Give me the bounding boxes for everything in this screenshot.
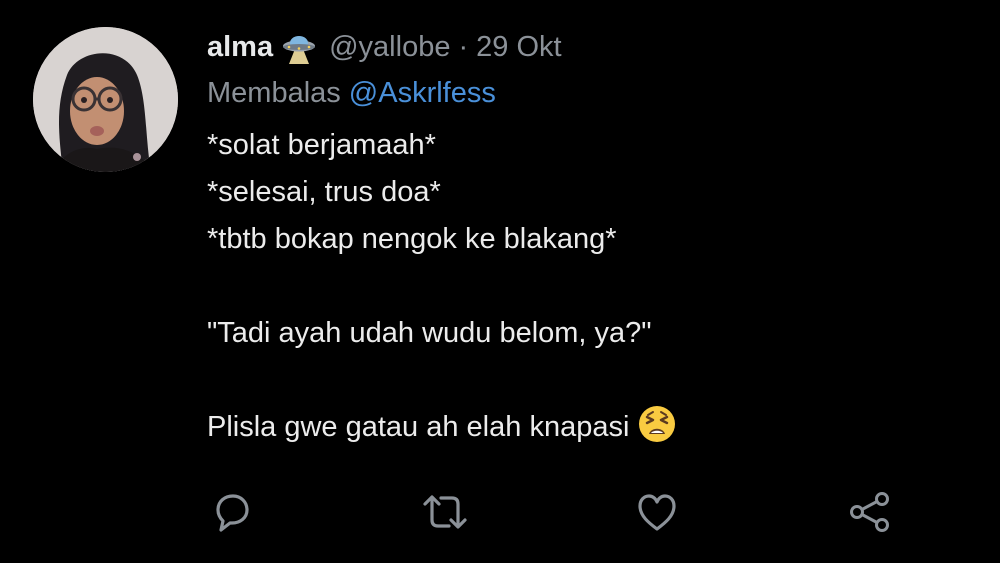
tweet: alma @yallobe · 29 Okt Membalas @Askrlfe… [0,0,1000,563]
retweet-button[interactable] [418,485,472,539]
retweet-icon [423,495,467,529]
flying-saucer-icon [281,29,317,65]
tweet-text-blank-line [207,263,967,310]
tweet-text-line: *solat berjamaah* [207,129,436,161]
avatar-image [33,27,178,172]
tweet-text: *solat berjamaah* *selesai, trus doa* *t… [207,122,967,451]
separator-dot: · [458,30,469,63]
share-button[interactable] [843,485,897,539]
reply-context: Membalas @Askrlfess [207,70,967,116]
share-icon [850,492,889,532]
reply-button[interactable] [205,485,259,539]
tweet-text-line: "Tadi ayah udah wudu belom, ya?" [207,317,652,349]
reply-prefix: Membalas [207,76,341,109]
tweet-header: alma @yallobe · 29 Okt [207,24,967,70]
tweet-text-blank-line [207,357,967,404]
display-name[interactable]: alma [207,31,273,64]
heart-icon [638,494,676,531]
reply-icon [216,494,249,532]
tweet-date[interactable]: 29 Okt [476,31,561,64]
tired-face-icon [637,404,677,444]
tweet-text-line: *tbtb bokap nengok ke blakang* [207,223,617,255]
reply-target-link[interactable]: @Askrlfess [349,77,496,110]
tweet-text-line: *selesai, trus doa* [207,176,441,208]
tweet-text-line: Plisla gwe gatau ah elah knapasi [207,411,630,443]
tweet-actions [0,485,1000,540]
tweet-content: alma @yallobe · 29 Okt Membalas @Askrlfe… [207,24,967,451]
tweet-text-last-line: Plisla gwe gatau ah elah knapasi [207,404,967,451]
like-button[interactable] [630,485,684,539]
avatar[interactable] [33,27,178,172]
user-handle[interactable]: @yallobe [329,31,450,64]
